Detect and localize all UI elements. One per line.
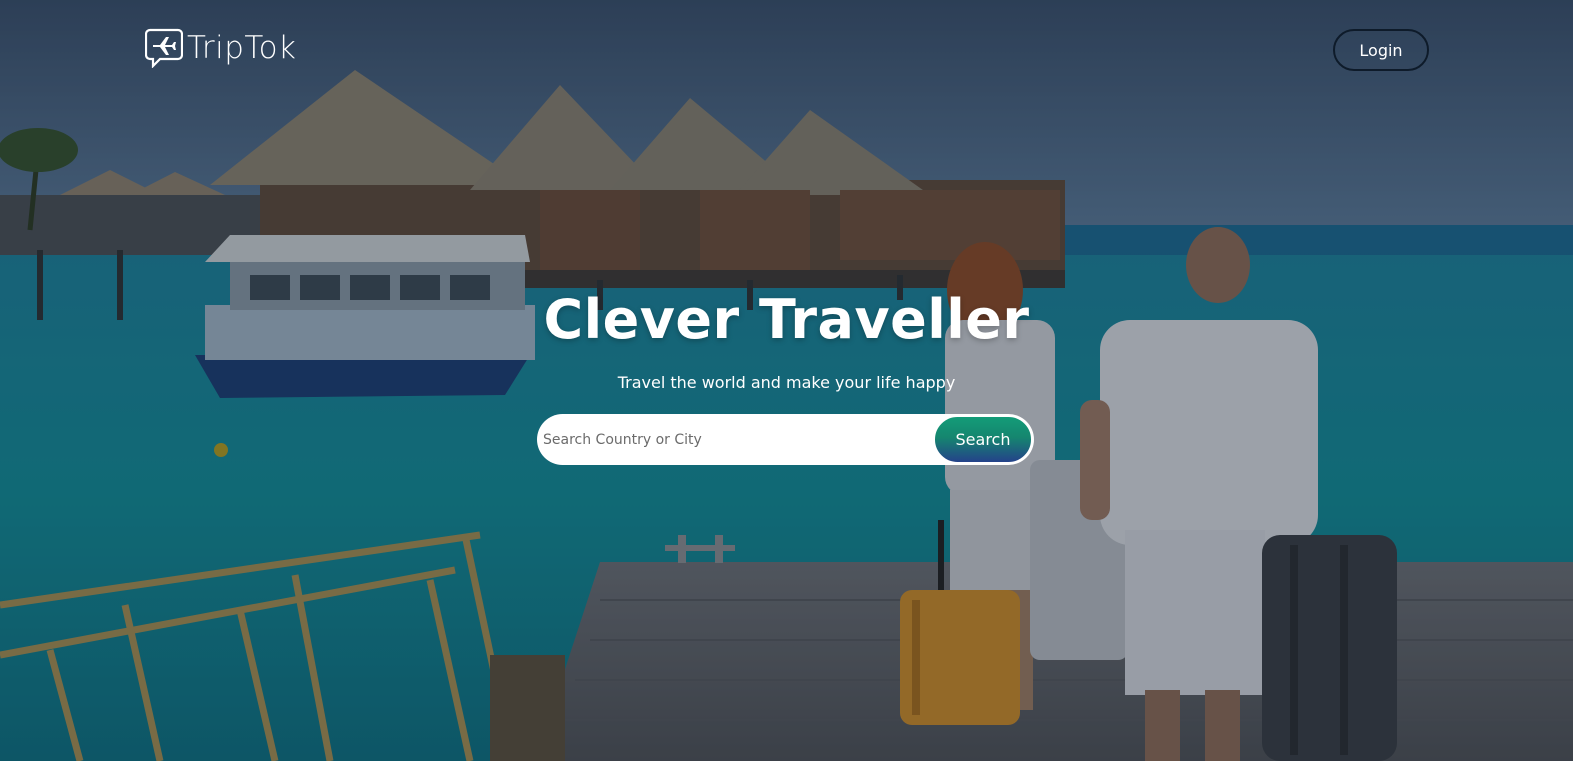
login-button[interactable]: Login (1333, 29, 1429, 71)
search-button[interactable]: Search (933, 415, 1033, 464)
hero-title: Clever Traveller (543, 288, 1030, 351)
plane-chat-bubble-icon (145, 28, 183, 68)
brand-name: TripTok (187, 30, 297, 66)
hero-subtitle: Travel the world and make your life happ… (617, 373, 956, 392)
search-input[interactable] (537, 414, 937, 465)
hero-section: TripTok Login Clever Traveller Travel th… (0, 0, 1573, 761)
brand-logo[interactable]: TripTok (145, 28, 297, 68)
search-bar: Search (537, 414, 1034, 465)
top-navigation: TripTok Login (0, 0, 1573, 100)
